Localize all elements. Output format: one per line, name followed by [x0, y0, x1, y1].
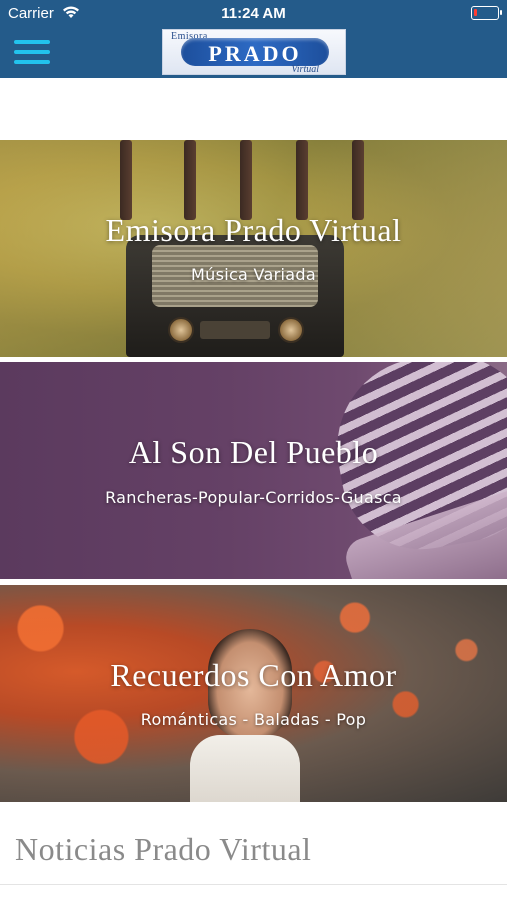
- card-subtitle: Música Variada: [191, 265, 316, 284]
- fence-post: [296, 140, 308, 220]
- fence-post: [184, 140, 196, 220]
- emisora-prado-logo: Emisora PRADO Virtual: [162, 29, 346, 75]
- fence-post: [352, 140, 364, 220]
- card-subtitle: Rancheras-Popular-Corridos-Guasca: [105, 488, 402, 507]
- card-title: Recuerdos Con Amor: [110, 657, 397, 693]
- status-bar: Carrier 11:24 AM: [0, 0, 507, 26]
- station-card-al-son-del-pueblo[interactable]: Al Son Del Pueblo Rancheras-Popular-Corr…: [0, 362, 507, 579]
- app-header: Carrier 11:24 AM Emisora PRADO Virtual: [0, 0, 507, 78]
- divider: [0, 884, 507, 885]
- news-section-title: Noticias Prado Virtual: [15, 831, 312, 867]
- woman-portrait-body: [190, 735, 300, 802]
- card-title: Al Son Del Pueblo: [128, 434, 379, 470]
- station-card-emisora-prado-virtual[interactable]: Emisora Prado Virtual Música Variada: [0, 140, 507, 357]
- logo-badge: PRADO: [181, 38, 329, 66]
- status-time: 11:24 AM: [221, 5, 286, 22]
- fence-post: [240, 140, 252, 220]
- station-card-recuerdos-con-amor[interactable]: Recuerdos Con Amor Románticas - Baladas …: [0, 585, 507, 802]
- battery-icon: [471, 6, 502, 20]
- card-title: Emisora Prado Virtual: [105, 212, 402, 248]
- hamburger-menu-icon[interactable]: [14, 38, 50, 66]
- vintage-radio-image: [126, 235, 344, 357]
- card-subtitle: Románticas - Baladas - Pop: [140, 710, 367, 729]
- fence-post: [120, 140, 132, 220]
- logo-bottom-text: Virtual: [291, 64, 319, 75]
